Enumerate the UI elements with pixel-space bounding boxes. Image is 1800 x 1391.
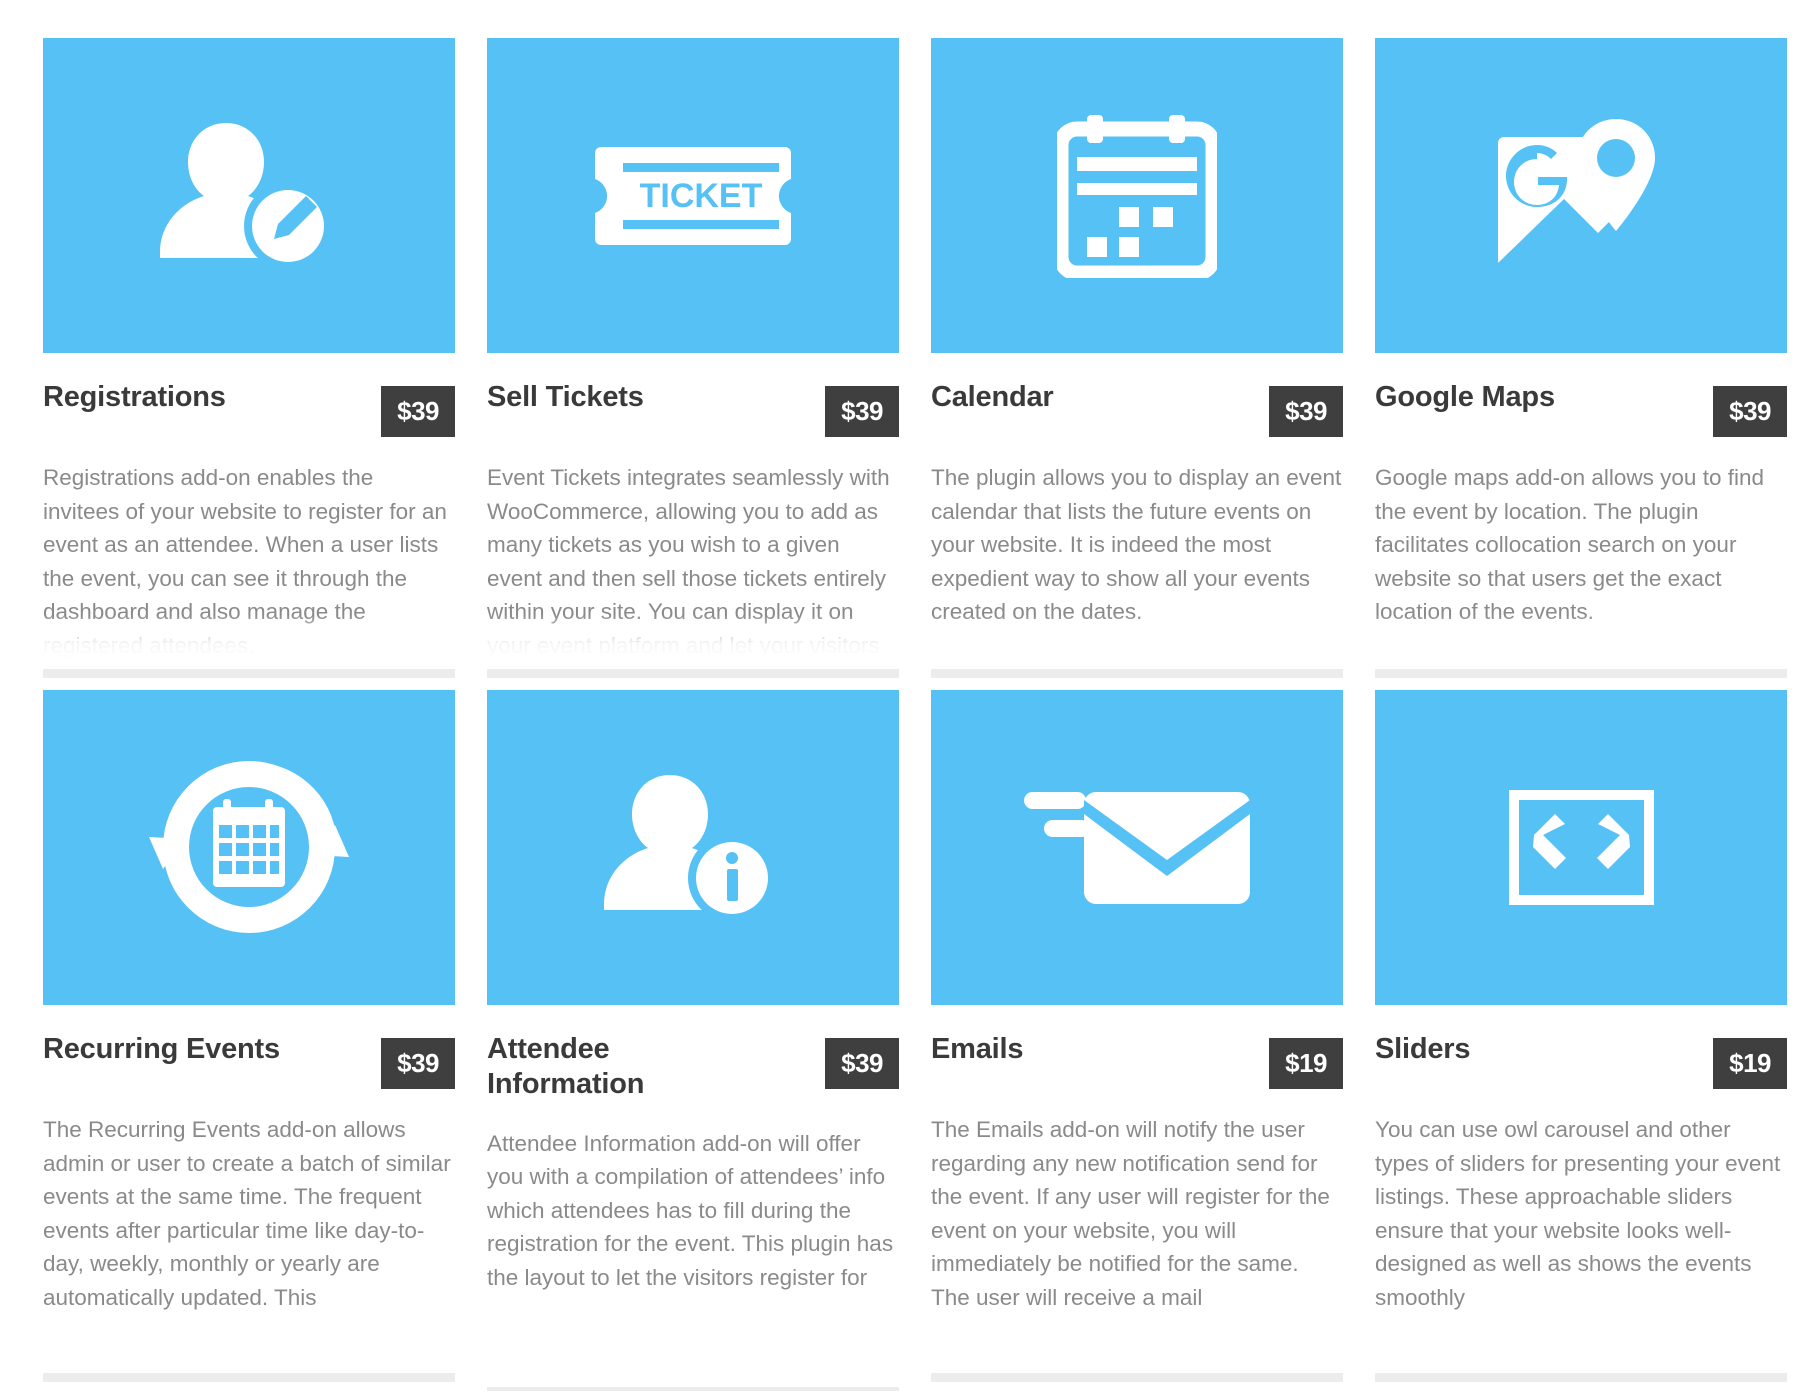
price-badge: $39	[381, 386, 455, 437]
card-description: The Recurring Events add-on allows admin…	[43, 1117, 451, 1310]
text-fade-overlay	[931, 1315, 1343, 1361]
card-divider	[1375, 669, 1787, 678]
price-badge: $39	[825, 386, 899, 437]
card-thumbnail[interactable]	[1375, 38, 1787, 353]
card-thumbnail[interactable]	[487, 690, 899, 1005]
price-badge: $39	[381, 1038, 455, 1089]
addon-card-recurring-events[interactable]: Recurring Events $39 The Recurring Event…	[43, 690, 455, 1390]
card-title: Registrations	[43, 381, 226, 413]
card-thumbnail[interactable]	[43, 38, 455, 353]
card-description-wrap: The plugin allows you to display an even…	[931, 461, 1343, 661]
card-header: Attendee Information $39	[487, 1032, 899, 1103]
card-description: Event Tickets integrates seamlessly with…	[487, 465, 890, 658]
card-description: The Emails add-on will notify the user r…	[931, 1117, 1330, 1310]
price-badge: $19	[1269, 1038, 1343, 1089]
card-header: Registrations $39	[43, 380, 455, 437]
price-badge: $19	[1713, 1038, 1787, 1089]
card-description-wrap: Google maps add-on allows you to find th…	[1375, 461, 1787, 661]
card-title: Google Maps	[1375, 381, 1555, 413]
user-edit-icon	[160, 123, 332, 270]
card-thumbnail[interactable]	[1375, 690, 1787, 1005]
addon-card-google-maps[interactable]: Google Maps $39 Google maps add-on allow…	[1375, 38, 1787, 690]
addon-card-registrations[interactable]: Registrations $39 Registrations add-on e…	[43, 38, 455, 690]
price-badge: $39	[1269, 386, 1343, 437]
card-thumbnail[interactable]	[931, 38, 1343, 353]
card-divider	[931, 669, 1343, 678]
card-description-wrap: The Recurring Events add-on allows admin…	[43, 1113, 455, 1361]
card-description-wrap: Attendee Information add-on will offer y…	[487, 1127, 899, 1375]
card-divider	[43, 1373, 455, 1382]
addon-card-sell-tickets[interactable]: TICKET Sell Tickets $39 Event Tickets in…	[487, 38, 899, 690]
slider-arrows-icon	[1508, 790, 1654, 905]
addon-card-emails[interactable]: Emails $19 The Emails add-on will notify…	[931, 690, 1343, 1390]
recurring-events-icon	[149, 761, 349, 933]
card-thumbnail[interactable]	[43, 690, 455, 1005]
card-thumbnail[interactable]: TICKET	[487, 38, 899, 353]
text-fade-overlay	[1375, 1315, 1787, 1361]
card-divider	[1375, 1373, 1787, 1382]
card-description-wrap: Registrations add-on enables the invitee…	[43, 461, 455, 661]
user-info-icon	[604, 775, 776, 922]
card-description: You can use owl carousel and other types…	[1375, 1117, 1781, 1310]
card-header: Google Maps $39	[1375, 380, 1787, 437]
card-header: Sliders $19	[1375, 1032, 1787, 1089]
ticket-icon: TICKET	[595, 146, 791, 245]
card-header: Emails $19	[931, 1032, 1343, 1089]
card-header: Calendar $39	[931, 380, 1343, 437]
card-title: Attendee Information	[487, 1033, 645, 1101]
card-thumbnail[interactable]	[931, 690, 1343, 1005]
card-divider	[487, 1386, 899, 1391]
card-title: Calendar	[931, 381, 1054, 413]
card-title: Recurring Events	[43, 1033, 280, 1065]
addon-card-calendar[interactable]: Calendar $39 The plugin allows you to di…	[931, 38, 1343, 690]
addon-card-attendee-information[interactable]: Attendee Information $39 Attendee Inform…	[487, 690, 899, 1391]
card-title: Sliders	[1375, 1033, 1471, 1065]
card-description: Attendee Information add-on will offer y…	[487, 1130, 894, 1290]
card-header: Recurring Events $39	[43, 1032, 455, 1089]
card-description: The plugin allows you to display an even…	[931, 465, 1342, 624]
text-fade-overlay	[487, 1328, 899, 1375]
card-description: Registrations add-on enables the invitee…	[43, 465, 447, 658]
calendar-icon	[1057, 115, 1217, 278]
card-divider	[931, 1373, 1343, 1382]
price-badge: $39	[1713, 386, 1787, 437]
email-send-icon	[1024, 791, 1250, 904]
ticket-icon-label: TICKET	[640, 177, 763, 215]
addon-card-sliders[interactable]: Sliders $19 You can use owl carousel and…	[1375, 690, 1787, 1390]
google-maps-icon	[1497, 119, 1655, 267]
card-title: Sell Tickets	[487, 381, 644, 413]
text-fade-overlay	[43, 1315, 455, 1361]
card-title: Emails	[931, 1033, 1024, 1065]
card-description: Google maps add-on allows you to find th…	[1375, 465, 1764, 624]
price-badge: $39	[825, 1038, 899, 1089]
addon-card-grid: Registrations $39 Registrations add-on e…	[0, 0, 1800, 1391]
card-description-wrap: The Emails add-on will notify the user r…	[931, 1113, 1343, 1361]
card-header: Sell Tickets $39	[487, 380, 899, 437]
card-divider	[43, 669, 455, 678]
card-description-wrap: Event Tickets integrates seamlessly with…	[487, 461, 899, 661]
card-divider	[487, 669, 899, 678]
card-description-wrap: You can use owl carousel and other types…	[1375, 1113, 1787, 1361]
